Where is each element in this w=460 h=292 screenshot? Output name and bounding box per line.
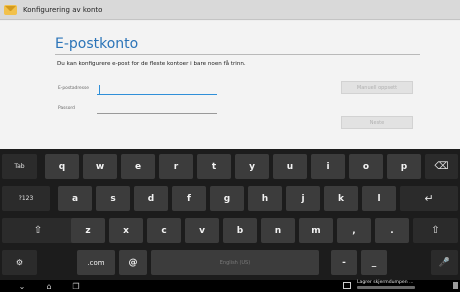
key-k[interactable]: k — [324, 186, 358, 211]
key-w[interactable]: w — [83, 154, 117, 179]
space-bar[interactable]: English (US) — [151, 250, 319, 275]
key-comma[interactable]: , — [337, 218, 371, 243]
key-dash[interactable]: - — [331, 250, 357, 275]
key-f[interactable]: f — [172, 186, 206, 211]
key-tab[interactable]: Tab — [2, 154, 37, 179]
key-u[interactable]: u — [273, 154, 307, 179]
back-icon[interactable]: ⌄ — [16, 281, 28, 291]
voice-input-key[interactable]: 🎤 — [431, 250, 458, 275]
key-n[interactable]: n — [261, 218, 295, 243]
key-s[interactable]: s — [96, 186, 130, 211]
backspace-icon: ⌫ — [434, 161, 449, 172]
key-c[interactable]: c — [147, 218, 181, 243]
key-t[interactable]: t — [197, 154, 231, 179]
status-icon — [453, 282, 458, 289]
page-title: E-postkonto — [55, 36, 139, 52]
title-divider — [55, 54, 420, 55]
key-v[interactable]: v — [185, 218, 219, 243]
screenshot-icon — [343, 282, 351, 289]
key-symbols[interactable]: ?123 — [2, 186, 50, 211]
key-a[interactable]: a — [58, 186, 92, 211]
enter-icon: ↵ — [424, 192, 434, 205]
key-o[interactable]: o — [349, 154, 383, 179]
email-field[interactable] — [97, 85, 217, 95]
window-title: Konfigurering av konto — [23, 5, 103, 14]
shift-icon: ⇧ — [33, 225, 43, 236]
key-dotcom[interactable]: .com — [77, 250, 115, 275]
key-at[interactable]: @ — [119, 250, 147, 275]
shift-icon: ⇧ — [431, 225, 440, 236]
manual-setup-button[interactable]: Manuell oppsett — [341, 81, 413, 94]
on-screen-keyboard: Tab q w e r t y u i o p ⌫ ?123 a s d f g… — [0, 149, 460, 280]
text-cursor — [99, 85, 100, 94]
account-setup-form: E-postkonto Du kan konfigurere e-post fo… — [0, 21, 460, 149]
key-e[interactable]: e — [121, 154, 155, 179]
next-button[interactable]: Neste — [341, 116, 413, 129]
shift-key-right[interactable]: ⇧ — [413, 218, 458, 243]
key-g[interactable]: g — [210, 186, 244, 211]
key-r[interactable]: r — [159, 154, 193, 179]
home-icon[interactable]: ⌂ — [43, 281, 55, 291]
key-b[interactable]: b — [223, 218, 257, 243]
email-label: E-postadresse — [58, 86, 90, 91]
key-h[interactable]: h — [248, 186, 282, 211]
key-period[interactable]: . — [375, 218, 409, 243]
key-i[interactable]: i — [311, 154, 345, 179]
keyboard-settings-key[interactable]: ⚙ — [2, 250, 37, 275]
email-app-icon — [4, 3, 18, 17]
shift-key-left[interactable]: ⇧ — [2, 218, 74, 243]
microphone-icon: 🎤 — [438, 257, 451, 268]
setup-description: Du kan konfigurere e-post for de fleste … — [57, 61, 246, 67]
recent-apps-icon[interactable]: ❐ — [70, 281, 82, 291]
screenshot-notification[interactable]: Lagrer skjermdumpen ... — [357, 280, 414, 285]
key-j[interactable]: j — [286, 186, 320, 211]
backspace-key[interactable]: ⌫ — [425, 154, 458, 179]
key-z[interactable]: z — [71, 218, 105, 243]
password-field[interactable] — [97, 104, 217, 114]
key-l[interactable]: l — [362, 186, 396, 211]
screen: Konfigurering av konto E-postkonto Du ka… — [0, 0, 460, 292]
key-d[interactable]: d — [134, 186, 168, 211]
title-bar: Konfigurering av konto — [0, 0, 460, 20]
key-underscore[interactable]: _ — [361, 250, 387, 275]
password-label: Passord — [58, 106, 75, 111]
key-x[interactable]: x — [109, 218, 143, 243]
key-q[interactable]: q — [45, 154, 79, 179]
notification-progress — [357, 286, 415, 289]
system-nav-bar: ⌄ ⌂ ❐ Lagrer skjermdumpen ... — [0, 280, 460, 292]
settings-icon: ⚙ — [15, 258, 24, 267]
key-m[interactable]: m — [299, 218, 333, 243]
key-p[interactable]: p — [387, 154, 421, 179]
enter-key[interactable]: ↵ — [400, 186, 458, 211]
key-y[interactable]: y — [235, 154, 269, 179]
